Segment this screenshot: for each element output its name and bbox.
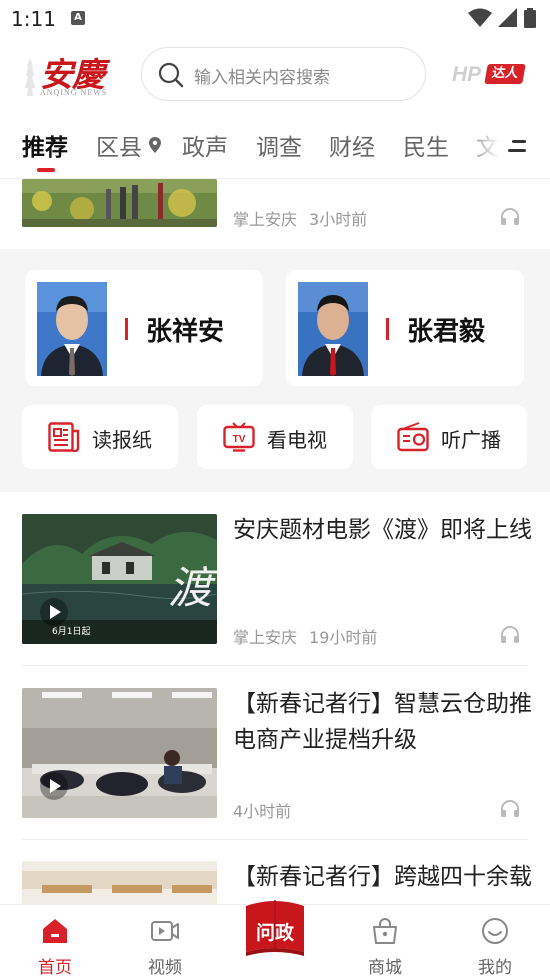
leader-photo [37,282,107,376]
news-item[interactable]: 渡 6月1日起 安庆题材电影《渡》即将上线 掌上安庆 19小时前 [0,492,550,666]
active-tab-indicator [37,168,55,172]
read-newspaper-button[interactable]: 读报纸 [22,405,178,469]
service-label: 看电视 [267,428,327,452]
leader-card[interactable]: 张君毅 [286,270,524,386]
news-time: 4小时前 [233,802,292,821]
svg-text:TV: TV [233,434,246,445]
nav-shop[interactable]: 商城 [330,905,440,979]
service-label: 听广播 [441,428,501,452]
nav-label: 视频 [148,958,182,978]
tab-menu-icon[interactable] [500,120,550,178]
news-meta: 掌上安庆 3小时前 [233,206,367,230]
nav-label: 首页 [38,958,72,978]
video-icon [151,921,179,941]
wifi-icon [468,8,492,27]
tab-fade [460,120,500,178]
hp-label: HP [452,63,482,86]
profile-icon [482,918,508,944]
status-time: 1:11 [11,7,56,31]
newspaper-icon [48,422,80,452]
home-icon [43,919,67,943]
status-bar: 1:11 A [0,0,550,38]
news-item[interactable]: 【新春记者行】智慧云仓助推电商产业提档升级 4小时前 [0,666,550,840]
wenzheng-button[interactable]: 问政 [242,892,308,964]
tv-icon: TV [223,422,255,452]
news-thumbnail: 渡 6月1日起 [22,514,217,644]
leader-photo [298,282,368,376]
system-icons [468,8,536,28]
feature-module: 张祥安 张君毅 读报纸 TV 看电视 听广播 [0,249,550,492]
category-tabs: 推荐 区县 政声 调查 财经 民生 文 [0,120,550,178]
leader-card[interactable]: 张祥安 [25,270,263,386]
leader-divider [386,318,389,340]
search-bar[interactable]: 输入相关内容搜索 [141,47,426,101]
listen-icon[interactable] [500,799,520,817]
tower-logo-icon [25,58,35,96]
nav-video[interactable]: 视频 [110,905,220,979]
tab-districts[interactable]: 区县 [96,128,162,162]
nav-home[interactable]: 首页 [0,905,110,979]
notification-icon: A [71,11,85,25]
leader-divider [125,318,128,340]
tab-survey[interactable]: 调查 [256,128,302,162]
nav-label: 商城 [368,958,402,978]
location-pin-icon [149,137,162,153]
news-source: 掌上安庆 [233,628,298,647]
news-time: 19小时前 [309,628,378,647]
news-thumbnail [22,861,217,904]
hp-daren-button[interactable]: HP 达人 [452,62,526,88]
radio-icon [397,422,429,452]
tab-recommend[interactable]: 推荐 [22,128,68,162]
thumb-date: 6月1日起 [52,627,91,637]
search-placeholder: 输入相关内容搜索 [194,68,330,88]
news-thumbnail [22,179,217,227]
tab-finance[interactable]: 财经 [329,128,375,162]
nav-profile[interactable]: 我的 [440,905,550,979]
wenzheng-label: 问政 [255,922,294,944]
tab-livelihood[interactable]: 民生 [403,128,449,162]
app-header: 安慶 ANQING NEWS 输入相关内容搜索 HP 达人 [0,38,550,110]
listen-icon[interactable] [500,625,520,643]
listen-icon[interactable] [500,207,520,225]
news-source: 掌上安庆 [233,210,298,229]
news-thumbnail [22,688,217,818]
battery-icon [524,8,536,28]
shop-icon [373,918,397,944]
thumb-calligraphy: 渡 [168,563,212,614]
news-meta: 掌上安庆 19小时前 [233,624,377,648]
anqing-logo[interactable]: 安慶 ANQING NEWS [18,48,114,102]
news-title: 【新春记者行】智慧云仓助推电商产业提档升级 [233,691,532,753]
leader-name: 张祥安 [146,317,225,347]
news-title: 【新春记者行】跨越四十余载 情谊 [233,864,533,890]
news-time: 3小时前 [309,210,368,229]
search-icon [158,62,184,88]
daren-tag: 达人 [484,64,526,84]
news-item[interactable]: 掌上安庆 3小时前 [0,179,550,249]
play-icon [40,772,68,800]
tab-districts-label: 区县 [96,135,142,161]
signal-icon [498,8,517,27]
news-meta: 4小时前 [233,798,291,822]
watch-tv-button[interactable]: TV 看电视 [197,405,353,469]
listen-radio-button[interactable]: 听广播 [371,405,527,469]
logo-en: ANQING NEWS [40,88,108,97]
news-title: 安庆题材电影《渡》即将上线 [233,517,532,543]
leader-name: 张君毅 [407,317,486,347]
nav-label: 我的 [478,958,512,978]
play-icon [40,598,68,626]
service-label: 读报纸 [92,428,152,452]
tab-zhengsheng[interactable]: 政声 [182,128,228,162]
